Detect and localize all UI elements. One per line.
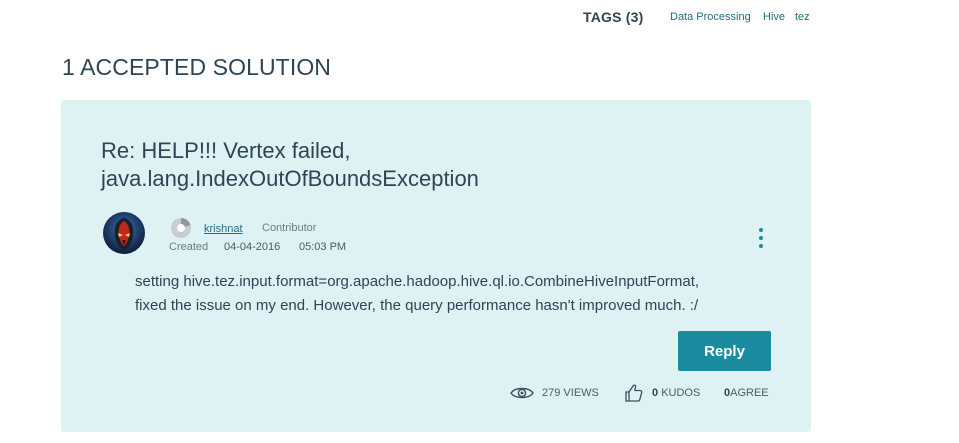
tag-tez[interactable]: tez (795, 11, 810, 23)
rank-badge-icon (170, 217, 192, 239)
eye-icon (510, 387, 534, 399)
post-body: setting hive.tez.input.format=org.apache… (135, 270, 775, 318)
kudos-stat: 0 KUDOS (624, 381, 700, 405)
created-date: 04-04-2016 (224, 241, 281, 253)
created-time: 05:03 PM (299, 241, 347, 253)
menu-dot (759, 228, 763, 232)
solution-card: Re: HELP!!! Vertex failed, java.lang.Ind… (61, 100, 811, 432)
author-rank: Contributor (262, 222, 317, 234)
avatar-image (103, 212, 145, 254)
tags-heading: TAGS (3) (583, 9, 644, 25)
post-body-line: fixed the issue on my end. However, the … (135, 297, 699, 314)
views-count: 279 (542, 387, 561, 399)
views-label: VIEWS (563, 387, 599, 399)
page: TAGS (3) Data Processing Hive tez 1 ACCE… (0, 0, 959, 443)
kudos-label: KUDOS (661, 387, 701, 399)
avatar[interactable] (103, 212, 145, 254)
agree-stat[interactable]: 0 AGREE (724, 381, 769, 405)
tag-data-processing[interactable]: Data Processing (670, 11, 751, 23)
views-stat: 279 VIEWS (510, 381, 599, 405)
tag-hive[interactable]: Hive (763, 11, 785, 23)
accepted-solution-heading: 1 ACCEPTED SOLUTION (62, 54, 332, 80)
more-options-icon[interactable] (751, 225, 771, 251)
post-body-line: setting hive.tez.input.format=org.apache… (135, 273, 700, 290)
thumbs-up-icon[interactable] (624, 383, 644, 403)
menu-dot (759, 244, 763, 248)
reply-button[interactable]: Reply (678, 331, 771, 371)
post-title[interactable]: Re: HELP!!! Vertex failed, java.lang.Ind… (101, 137, 661, 193)
menu-dot (759, 236, 763, 240)
agree-label: AGREE (730, 387, 769, 399)
created-label: Created (169, 241, 209, 253)
author-name[interactable]: krishnat (204, 223, 243, 235)
